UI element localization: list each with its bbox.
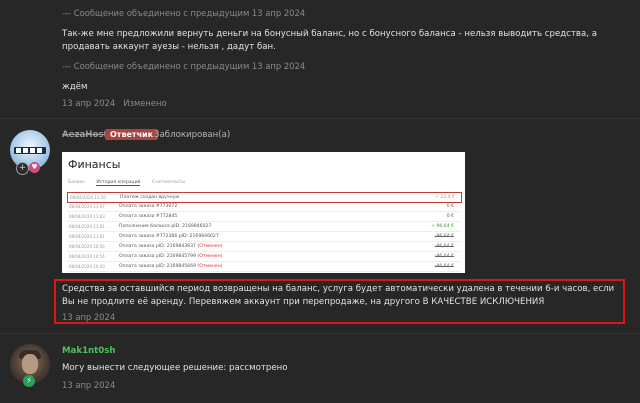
attached-screenshot[interactable]: Финансы Баланс История операций Счета/оп… [62, 152, 465, 273]
role-badge: Ответчик [105, 129, 159, 140]
row-desc: Оплата заказа pID: 2169845669 (Отменен) [119, 264, 223, 269]
bolt-icon[interactable]: ⚡ [23, 375, 35, 387]
row-date: 08/04/2024 11:01 [69, 234, 105, 239]
row-amount: -96,64 € [434, 234, 454, 239]
post-text: Так-же мне предложили вернуть деньги на … [62, 29, 597, 52]
row-date: 08/04/2024 11:01 [69, 224, 105, 229]
table-row: 08/04/2024 10:50 Оплата заказа pID: 2169… [67, 262, 460, 272]
row-desc: Платеж создан вручную [120, 195, 180, 200]
row-amount: -96,64 € [434, 254, 454, 259]
row-amount: + 96,64 € [431, 224, 454, 229]
row-amount: 0 € [446, 204, 454, 209]
row-desc: Оплата заказа #772386 pID: 2169846027 [119, 234, 219, 239]
row-desc: Оплата заказа pID: 2169843837 (Отменен) [119, 244, 223, 249]
finance-tabs: Баланс История операций Счета/оплаты [68, 180, 195, 186]
post-divider [0, 118, 640, 119]
row-date: 08/04/2024 10:54 [69, 254, 105, 259]
tab-invoices: Счета/оплаты [151, 180, 185, 185]
merged-note: --- Сообщение объединено с предыдущим 13… [62, 8, 306, 18]
table-row: 08/04/2024 11:01 Пополнение баланса pID:… [67, 222, 460, 232]
post-text: Средства за оставшийся период возвращены… [62, 284, 615, 307]
edited-label[interactable]: Изменено [123, 98, 166, 108]
post-divider [0, 333, 640, 334]
row-date: 08/04/2024 11:03 [69, 214, 105, 219]
table-row: 08/04/2024 10:56 Оплата заказа pID: 2169… [67, 242, 460, 252]
row-amount: 0 € [446, 214, 454, 219]
row-desc: Оплата заказа #773072 [119, 204, 178, 209]
table-row: 08/04/2024 11:01 Оплата заказа #772386 p… [67, 232, 460, 242]
plus-icon[interactable]: + [16, 162, 29, 175]
post-date[interactable]: 13 апр 2024 [62, 380, 115, 390]
row-date: 08/04/2024 10:56 [69, 244, 105, 249]
table-row: 08/04/2024 11:07 Оплата заказа #773072 0… [67, 202, 460, 212]
post-meta: 13 апр 2024 Изменено [62, 98, 167, 108]
row-desc: Оплата заказа #772845 [119, 214, 178, 219]
tab-history: История операций [96, 180, 141, 186]
tab-balance: Баланс [68, 180, 85, 185]
row-date: 08/04/2024 11:07 [69, 204, 105, 209]
table-row: 08/04/2024 10:54 Оплата заказа pID: 2169… [67, 252, 460, 262]
row-date: 08/04/2024 10:50 [69, 264, 105, 269]
merged-note: --- Сообщение объединено с предыдущим 13… [62, 61, 306, 71]
row-date: 08/04/2024 11:56 [70, 195, 106, 200]
row-amount: -96,64 € [434, 244, 454, 249]
finance-title: Финансы [68, 158, 121, 171]
post-date[interactable]: 13 апр 2024 [62, 312, 115, 322]
row-desc: Пополнение баланса pID: 2169846027 [119, 224, 212, 229]
table-row: 08/04/2024 11:03 Оплата заказа #772845 0… [67, 212, 460, 222]
username[interactable]: Mak1nt0sh [62, 346, 115, 356]
row-amount: + 23.4 € [435, 195, 455, 200]
heart-icon[interactable]: ♥ [29, 162, 40, 173]
status-label: Заблокирован(а) [154, 130, 231, 140]
row-amount: -96,64 € [434, 264, 454, 269]
post-date[interactable]: 13 апр 2024 [62, 98, 115, 108]
row-desc: Оплата заказа pID: 2169845799 (Отменен) [119, 254, 223, 259]
post-text: ждём [62, 82, 88, 92]
username[interactable]: AezaHost [62, 130, 108, 140]
post-text: Могу вынести следующее решение: рассмотр… [62, 363, 288, 373]
